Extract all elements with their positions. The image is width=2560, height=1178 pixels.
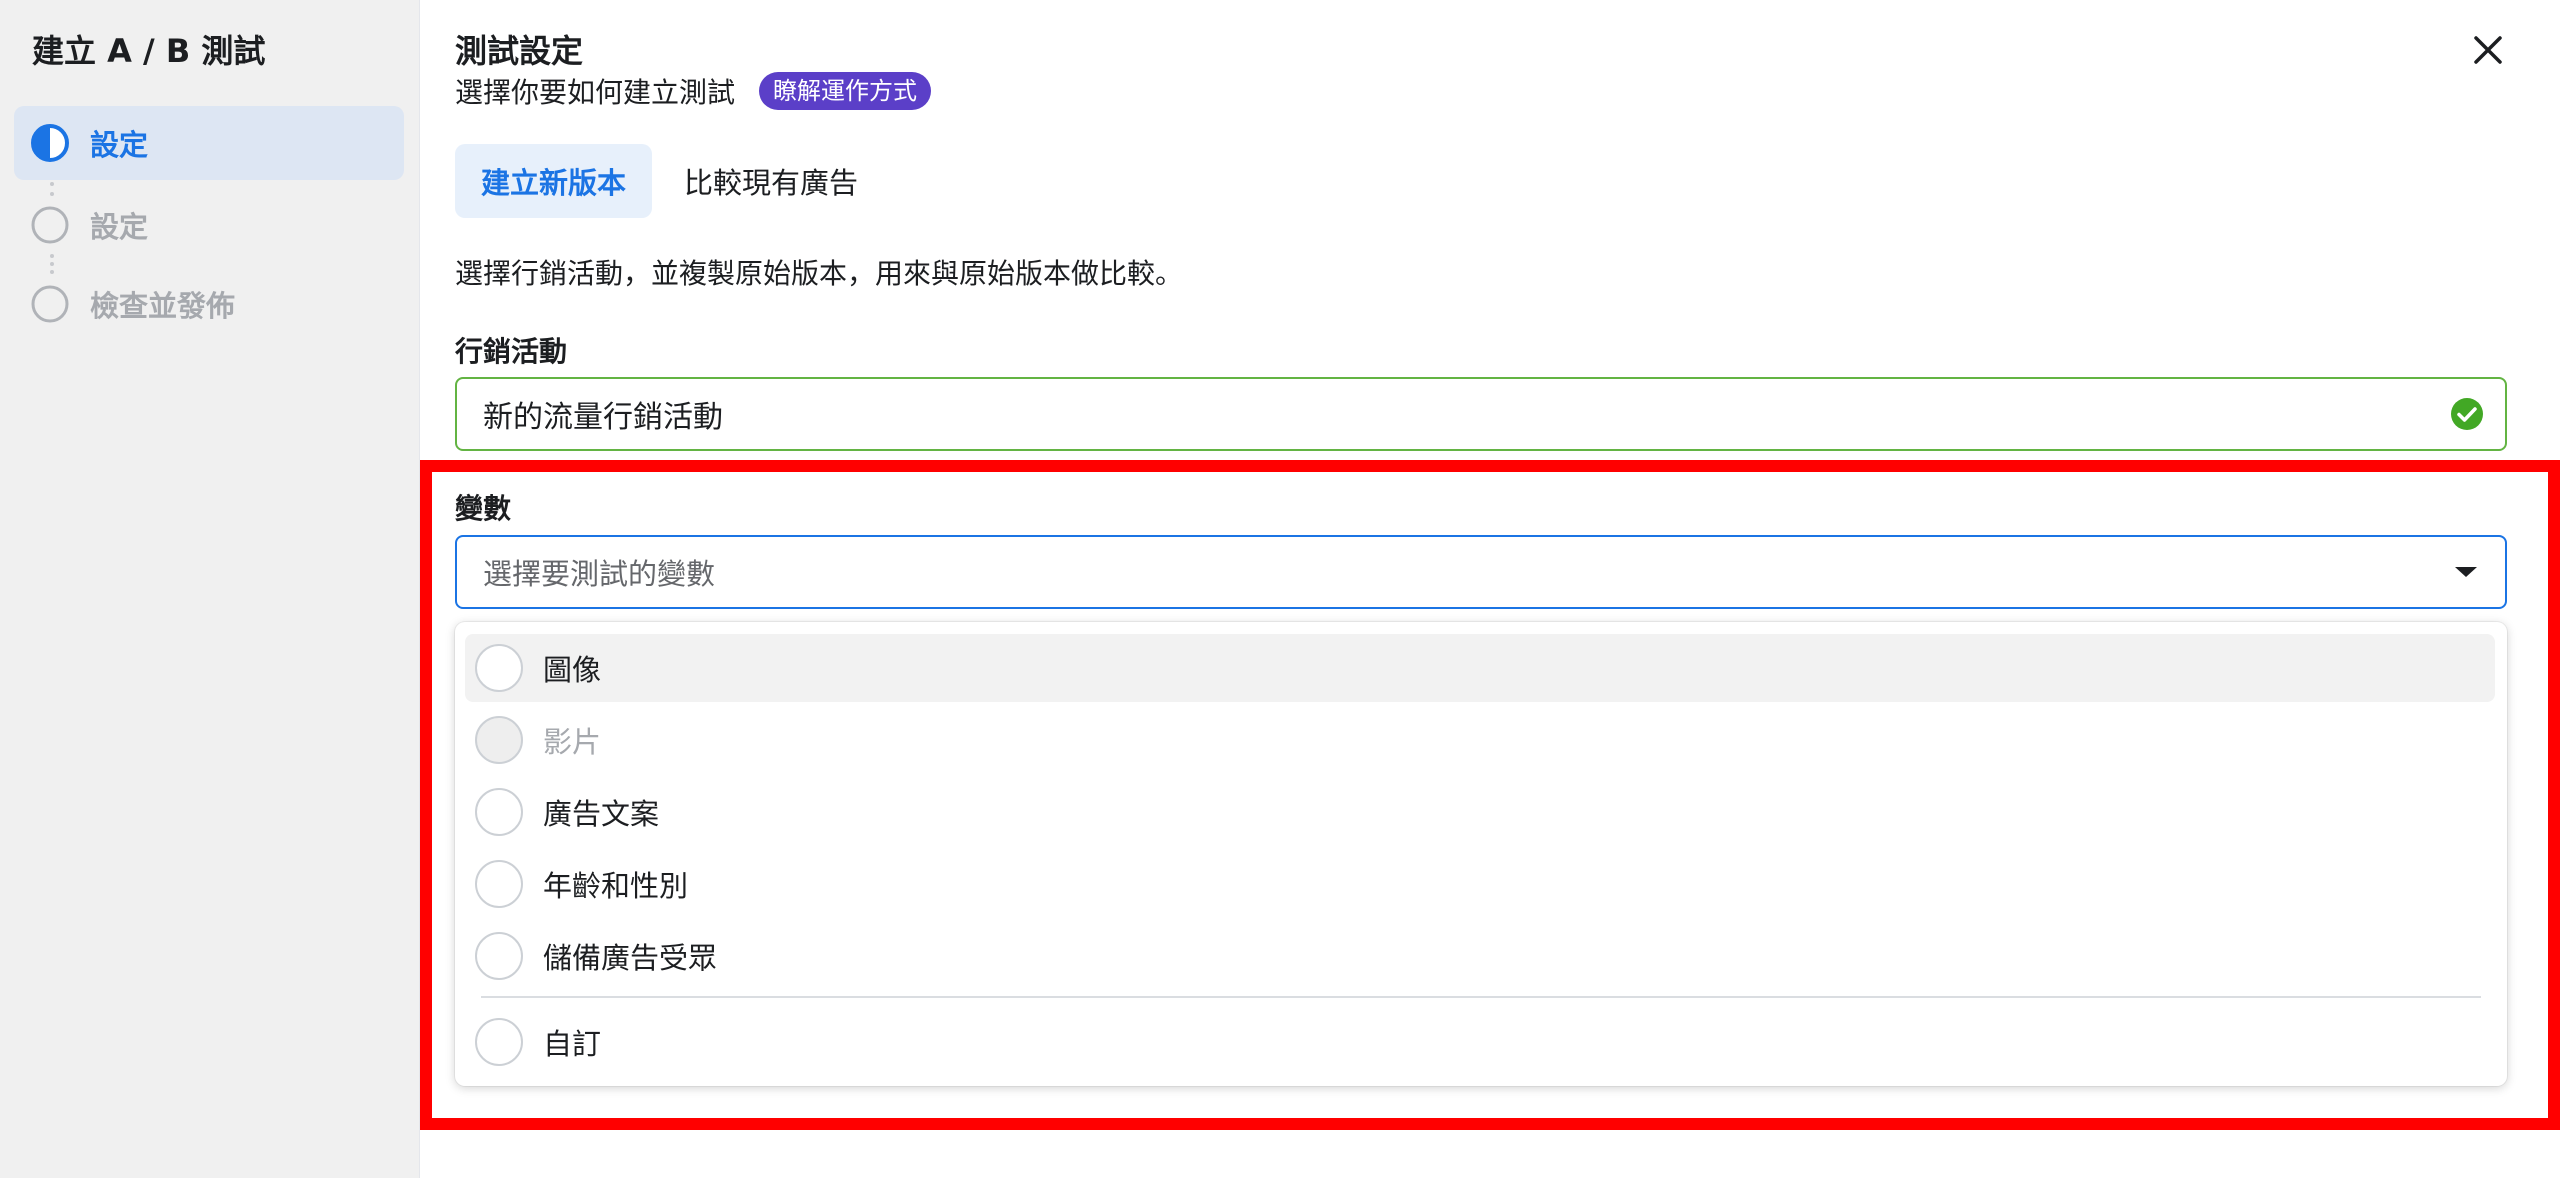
sidebar: 建立 A / B 測試 設定 設定 檢查並發佈: [0, 0, 420, 1178]
tabs: 建立新版本 比較現有廣告: [455, 144, 884, 218]
sidebar-step-label: 設定: [90, 210, 149, 244]
subtitle: 選擇你要如何建立測試: [455, 76, 736, 109]
tab-create-new-version[interactable]: 建立新版本: [455, 144, 653, 218]
radio-button[interactable]: [475, 644, 523, 692]
option-label: 影片: [543, 725, 602, 759]
option-ad-copy[interactable]: 廣告文案: [465, 778, 2495, 846]
caret-down-icon: [2455, 567, 2477, 577]
variable-dropdown-menu: 圖像 影片 廣告文案 年齡和性別 儲備廣告受眾 自訂: [455, 622, 2507, 1086]
sidebar-step-settings[interactable]: 設定: [14, 106, 404, 180]
learn-how-it-works-link[interactable]: 瞭解運作方式: [759, 72, 932, 110]
option-label: 儲備廣告受眾: [543, 941, 718, 975]
variable-select[interactable]: 選擇要測試的變數: [455, 535, 2507, 609]
divider: [481, 996, 2481, 998]
radio-button[interactable]: [475, 860, 523, 908]
radio-button[interactable]: [475, 932, 523, 980]
circle-icon: [31, 285, 69, 323]
option-age-gender[interactable]: 年齡和性別: [465, 850, 2495, 918]
campaign-label: 行銷活動: [455, 335, 568, 368]
variable-label: 變數: [455, 492, 512, 525]
radio-button[interactable]: [475, 788, 523, 836]
subtitle-row: 選擇你要如何建立測試 瞭解運作方式: [455, 70, 932, 112]
sidebar-step-label: 檢查並發佈: [90, 289, 236, 323]
option-saved-audience[interactable]: 儲備廣告受眾: [465, 922, 2495, 990]
main-panel: 測試設定 選擇你要如何建立測試 瞭解運作方式 建立新版本 比較現有廣告 選擇行銷…: [420, 0, 2560, 1178]
option-image[interactable]: 圖像: [465, 634, 2495, 702]
option-label: 廣告文案: [543, 797, 660, 831]
radio-button[interactable]: [475, 1018, 523, 1066]
radio-button: [475, 716, 523, 764]
half-circle-icon: [31, 124, 69, 162]
sidebar-step-settings-2[interactable]: 設定: [14, 188, 404, 262]
description: 選擇行銷活動，並複製原始版本，用來與原始版本做比較。: [455, 257, 1184, 290]
sidebar-step-review-publish[interactable]: 檢查並發佈: [14, 267, 404, 341]
sidebar-title: 建立 A / B 測試: [32, 32, 266, 70]
circle-icon: [31, 206, 69, 244]
option-custom[interactable]: 自訂: [465, 1008, 2495, 1076]
campaign-input[interactable]: 新的流量行銷活動: [455, 377, 2507, 451]
campaign-value: 新的流量行銷活動: [483, 400, 723, 435]
sidebar-step-label: 設定: [90, 128, 149, 162]
variable-placeholder: 選擇要測試的變數: [483, 557, 716, 591]
check-circle-icon: [2451, 398, 2483, 430]
option-video: 影片: [465, 706, 2495, 774]
page-title: 測試設定: [455, 32, 584, 70]
option-label: 圖像: [543, 653, 602, 687]
ab-test-dialog: 建立 A / B 測試 設定 設定 檢查並發佈 測試設定 選擇你要如何建立測試 …: [0, 0, 2560, 1178]
close-icon[interactable]: [2468, 30, 2508, 70]
tab-compare-existing-ads[interactable]: 比較現有廣告: [658, 144, 884, 218]
option-label: 年齡和性別: [543, 869, 689, 903]
option-label: 自訂: [543, 1027, 602, 1061]
